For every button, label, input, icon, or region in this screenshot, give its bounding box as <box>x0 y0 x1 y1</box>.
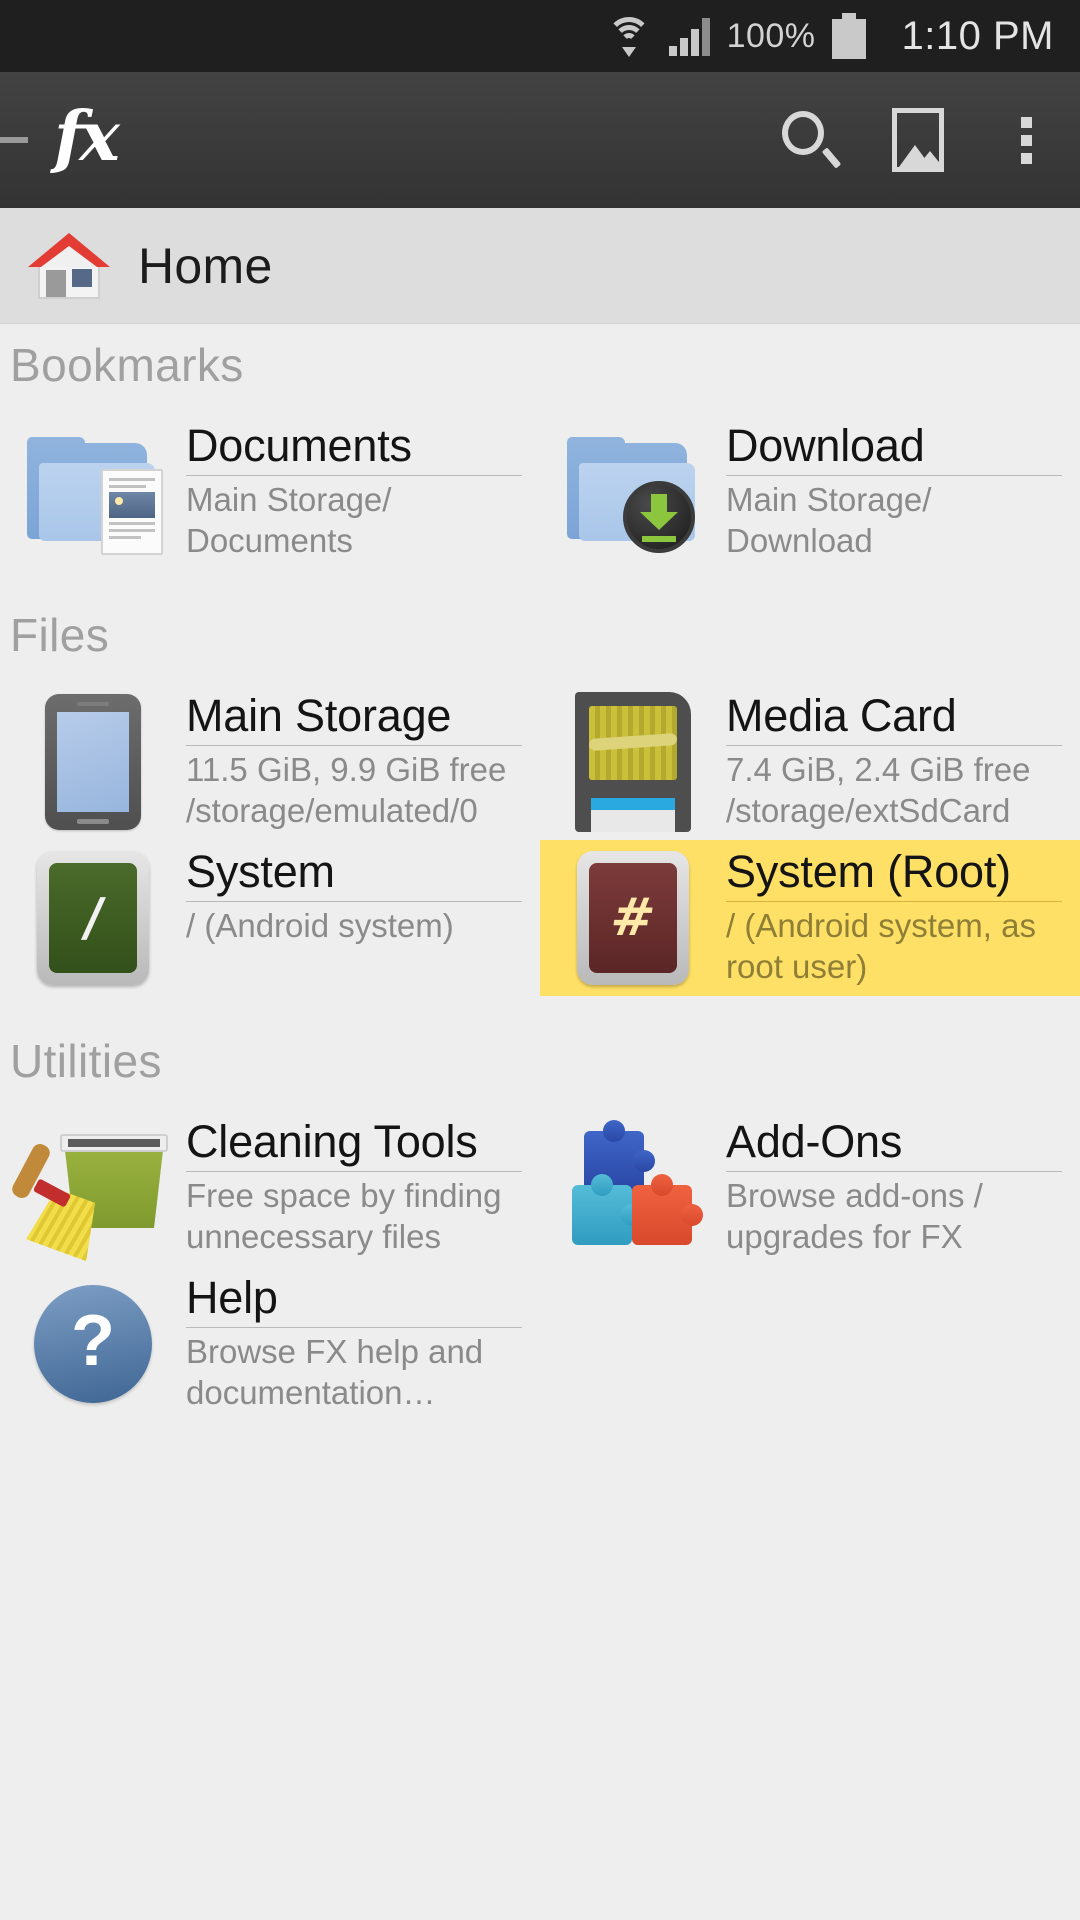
list-item-body: Add-Ons Browse add-ons / upgrades for FX <box>726 1118 1080 1257</box>
list-item-body: Main Storage 11.5 GiB, 9.9 GiB free /sto… <box>186 692 540 831</box>
app-bar-actions <box>756 72 1080 208</box>
battery-status: 100% <box>727 17 816 56</box>
list-item-subtitle-line2: Documents <box>186 521 353 559</box>
battery-icon-wrap <box>831 13 866 59</box>
section-title-files: Files <box>10 609 110 661</box>
list-item-subtitle-line1: 7.4 GiB, 2.4 GiB free <box>726 751 1031 789</box>
list-item-title: Media Card <box>726 690 957 741</box>
breadcrumb[interactable]: Home <box>0 208 1080 324</box>
search-icon <box>782 111 842 169</box>
battery-percent-label: 100% <box>726 16 816 55</box>
wifi-status <box>605 15 653 57</box>
list-item-help[interactable]: ? Help Browse FX help and documentation… <box>0 1266 540 1422</box>
terminal-root-icon: # <box>540 848 726 988</box>
list-item-media-card[interactable]: Media Card 7.4 GiB, 2.4 GiB free /storag… <box>540 684 1080 840</box>
puzzle-addons-icon <box>540 1118 726 1258</box>
bookmarks-grid: Documents Main Storage/ Documents Downlo… <box>0 414 1080 570</box>
list-item-subtitle-line1: Free space by finding <box>186 1177 502 1215</box>
cleaning-tools-icon <box>0 1118 186 1258</box>
fx-logo[interactable]: fx <box>54 103 120 171</box>
list-item-main-storage[interactable]: Main Storage 11.5 GiB, 9.9 GiB free /sto… <box>0 684 540 840</box>
list-item-subtitle-line1: Main Storage/ <box>726 481 932 519</box>
clock-wrap: 1:10 PM <box>882 14 1054 59</box>
list-item-subtitle-line2: documentation… <box>186 1373 436 1411</box>
phone-icon <box>0 692 186 832</box>
status-clock: 1:10 PM <box>901 13 1054 58</box>
divider <box>726 1171 1062 1173</box>
overflow-menu-icon <box>1020 116 1032 164</box>
list-item-cleaning-tools[interactable]: Cleaning Tools Free space by finding unn… <box>0 1110 540 1266</box>
list-item-title: Documents <box>186 420 412 471</box>
section-title-utilities: Utilities <box>10 1035 162 1087</box>
list-item-title: Cleaning Tools <box>186 1116 478 1167</box>
folder-download-icon <box>540 422 726 562</box>
list-item-body: Help Browse FX help and documentation… <box>186 1274 540 1413</box>
content-area: Bookmarks Documents Main Storage/ Docume… <box>0 324 1080 1422</box>
divider <box>186 901 522 903</box>
gallery-button[interactable] <box>864 72 972 208</box>
divider <box>726 745 1062 747</box>
overflow-menu-button[interactable] <box>972 72 1080 208</box>
list-item-subtitle-line2: upgrades for FX <box>726 1217 963 1255</box>
status-bar: 100% 1:10 PM <box>0 0 1080 72</box>
list-item-subtitle-line2: root user) <box>726 947 868 985</box>
section-title-bookmarks: Bookmarks <box>10 339 244 391</box>
list-item-body: Cleaning Tools Free space by finding unn… <box>186 1118 540 1257</box>
list-item-documents[interactable]: Documents Main Storage/ Documents <box>0 414 540 570</box>
list-item-body: System / (Android system) <box>186 848 540 947</box>
list-item-body: Download Main Storage/ Download <box>726 422 1080 561</box>
list-item-title: Main Storage <box>186 690 452 741</box>
divider <box>186 1327 522 1329</box>
list-item-body: Documents Main Storage/ Documents <box>186 422 540 561</box>
wifi-icon <box>605 15 653 57</box>
list-item-subtitle-line2: /storage/emulated/0 <box>186 791 478 829</box>
gallery-icon <box>892 108 944 172</box>
list-item-title: Add-Ons <box>726 1116 903 1167</box>
list-item-subtitle-line1: Browse add-ons / <box>726 1177 983 1215</box>
sd-card-icon <box>540 692 726 832</box>
list-item-subtitle-line1: / (Android system) <box>186 907 454 945</box>
home-icon <box>28 232 110 299</box>
divider <box>726 901 1062 903</box>
list-item-body: System (Root) / (Android system, as root… <box>726 848 1080 987</box>
breadcrumb-label: Home <box>138 237 273 294</box>
help-icon: ? <box>0 1274 186 1414</box>
list-item-subtitle-line2: unnecessary files <box>186 1217 441 1255</box>
app-bar: fx <box>0 72 1080 208</box>
list-item-system-root[interactable]: # System (Root) / (Android system, as ro… <box>540 840 1080 996</box>
folder-documents-icon <box>0 422 186 562</box>
list-item-add-ons[interactable]: Add-Ons Browse add-ons / upgrades for FX <box>540 1110 1080 1266</box>
cell-signal-status <box>668 16 711 56</box>
divider <box>186 1171 522 1173</box>
divider <box>726 475 1062 477</box>
divider <box>186 475 522 477</box>
list-item-subtitle-line1: 11.5 GiB, 9.9 GiB free <box>186 751 507 789</box>
files-grid: Main Storage 11.5 GiB, 9.9 GiB free /sto… <box>0 684 1080 996</box>
list-item-download[interactable]: Download Main Storage/ Download <box>540 414 1080 570</box>
terminal-green-icon: / <box>0 848 186 988</box>
utilities-grid: Cleaning Tools Free space by finding unn… <box>0 1110 1080 1422</box>
list-item-title: System <box>186 846 335 897</box>
list-item-subtitle-line1: Browse FX help and <box>186 1333 484 1371</box>
list-item-subtitle-line2: Download <box>726 521 873 559</box>
list-item-title: Help <box>186 1272 278 1323</box>
search-button[interactable] <box>756 72 864 208</box>
signal-bars-icon <box>668 16 711 56</box>
list-item-body: Media Card 7.4 GiB, 2.4 GiB free /storag… <box>726 692 1080 831</box>
question-mark-glyph: ? <box>71 1301 115 1381</box>
list-item-title: System (Root) <box>726 846 1011 897</box>
list-item-subtitle-line1: / (Android system, as <box>726 907 1036 945</box>
battery-full-icon <box>831 13 866 59</box>
drawer-dash-icon[interactable] <box>0 137 28 143</box>
list-item-title: Download <box>726 420 925 471</box>
list-item-system[interactable]: / System / (Android system) <box>0 840 540 996</box>
list-item-subtitle-line1: Main Storage/ <box>186 481 392 519</box>
divider <box>186 745 522 747</box>
list-item-subtitle-line2: /storage/extSdCard <box>726 791 1011 829</box>
